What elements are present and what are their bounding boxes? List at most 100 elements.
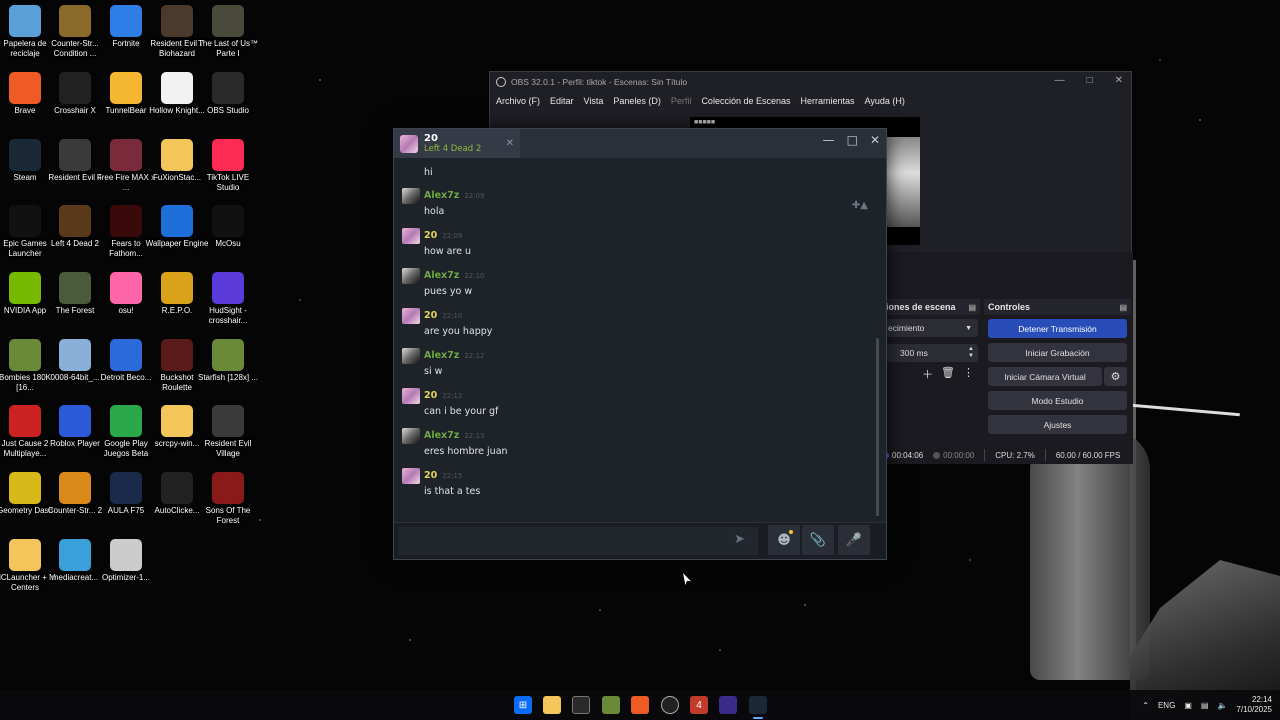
sender-name[interactable]: 20 22:09 <box>424 230 462 241</box>
desktop-icon[interactable]: Buckshot Roulette <box>148 339 206 401</box>
desktop-icon[interactable]: Free Fire MAX x ... <box>97 139 155 201</box>
sender-avatar[interactable] <box>402 268 420 284</box>
app-icon <box>9 539 41 571</box>
desktop-icon[interactable]: osu! <box>97 272 155 334</box>
sender-avatar[interactable] <box>402 388 420 404</box>
voice-button[interactable]: 🎤 <box>838 525 870 555</box>
attach-button[interactable]: 📎 <box>802 525 834 555</box>
store-icon[interactable] <box>572 696 590 714</box>
chat-scrollbar[interactable] <box>876 338 879 516</box>
chat-input[interactable] <box>398 527 758 555</box>
close-icon[interactable]: ✕ <box>1115 75 1123 86</box>
desktop-icon[interactable]: TunnelBear <box>97 72 155 134</box>
hudsight-icon[interactable] <box>719 696 737 714</box>
volume-icon[interactable]: 🔈 <box>1217 701 1227 710</box>
app-icon <box>9 472 41 504</box>
minecraft-icon[interactable] <box>602 696 620 714</box>
desktop-icon[interactable]: TikTok LIVE Studio <box>199 139 257 201</box>
chat-titlebar[interactable]: 20 Left 4 Dead 2 ✕ — □ ✕ <box>394 129 886 158</box>
desktop-icon[interactable]: Wallpaper Engine <box>146 205 208 267</box>
sender-name[interactable]: Alex7z 22:10 <box>424 270 485 281</box>
sender-avatar[interactable] <box>402 308 420 324</box>
brave-icon[interactable] <box>631 696 649 714</box>
desktop-icon[interactable]: Optimizer-1... <box>97 539 155 601</box>
tray-overflow-icon[interactable]: ⌃ <box>1142 701 1149 710</box>
sender-avatar[interactable] <box>402 228 420 244</box>
menu-perfil[interactable]: Perfil <box>671 96 692 106</box>
desktop-icon[interactable]: OBS Studio <box>199 72 257 134</box>
display-icon[interactable]: ▣ <box>1184 701 1192 710</box>
settings-button[interactable]: Ajustes <box>988 415 1127 434</box>
dock-popout-icon[interactable]: ▤ <box>1119 303 1127 312</box>
obs-titlebar[interactable]: OBS 32.0.1 - Perfil: tiktok - Escenas: S… <box>490 72 1131 92</box>
sender-avatar[interactable] <box>402 188 420 204</box>
add-friend-icon[interactable]: ✚▲ <box>852 200 868 211</box>
desktop-icon[interactable]: HudSight - crosshair... <box>199 272 257 334</box>
language-indicator[interactable]: ENG <box>1158 701 1175 710</box>
desktop-icon[interactable]: 0008-64bit_... <box>46 339 104 401</box>
menu-vista[interactable]: Vista <box>584 96 604 106</box>
add-icon[interactable]: ＋ <box>922 366 933 382</box>
network-icon[interactable]: ▤ <box>1201 701 1209 710</box>
sender-name-text: 20 <box>424 470 438 481</box>
desktop-icon[interactable]: Sons Of The Forest <box>199 472 257 534</box>
sender-name[interactable]: 20 22:10 <box>424 310 462 321</box>
desktop-icon[interactable]: Crosshair X <box>46 72 104 134</box>
sender-avatar[interactable] <box>402 468 420 484</box>
menu-archivo[interactable]: Archivo (F) <box>496 96 540 106</box>
start-windows-icon[interactable]: ⊞ <box>514 696 532 714</box>
sender-avatar[interactable] <box>402 348 420 364</box>
desktop-icon[interactable]: Starfish [128x] ... <box>198 339 258 401</box>
desktop-icon[interactable]: AULA F75 <box>97 472 155 534</box>
start-recording-button[interactable]: Iniciar Grabación <box>988 343 1127 362</box>
file-explorer-icon[interactable] <box>543 696 561 714</box>
sender-avatar[interactable] <box>402 428 420 444</box>
steam-icon[interactable] <box>749 696 767 714</box>
start-virtual-camera-button[interactable]: Iniciar Cámara Virtual <box>988 367 1102 386</box>
close-icon[interactable]: ✕ <box>870 133 880 147</box>
sender-name[interactable]: Alex7z 22:09 <box>424 190 485 201</box>
sender-name[interactable]: 20 22:15 <box>424 470 462 481</box>
stop-streaming-button[interactable]: Detener Transmisión <box>988 319 1127 338</box>
menu-editar[interactable]: Editar <box>550 96 574 106</box>
more-options-icon[interactable]: ⋮ <box>963 366 974 382</box>
minimize-icon[interactable]: — <box>1055 75 1065 86</box>
sender-name-text: 20 <box>424 310 438 321</box>
maximize-icon[interactable]: □ <box>847 133 858 147</box>
transition-duration-input[interactable]: 300 ms ▲ ▼ <box>882 344 978 362</box>
send-icon[interactable]: ➤ <box>734 532 745 547</box>
virtual-camera-settings-gear-icon[interactable]: ⚙ <box>1104 367 1127 386</box>
minimize-icon[interactable]: — <box>823 133 835 147</box>
desktop-icon[interactable]: mediacreat... <box>46 539 104 601</box>
desktop-icon[interactable]: The Last of Us™ Parte I <box>198 5 258 67</box>
clock[interactable]: 22:14 7/10/2025 <box>1236 695 1272 715</box>
menu-paneles[interactable]: Paneles (D) <box>613 96 661 106</box>
steam-chat-window[interactable]: 20 Left 4 Dead 2 ✕ — □ ✕ hi ✚▲ Alex7z 22:… <box>393 128 887 560</box>
desktop-icon[interactable]: Google Play Juegos Beta <box>97 405 155 467</box>
sender-name[interactable]: Alex7z 22:12 <box>424 350 485 361</box>
studio-mode-button[interactable]: Modo Estudio <box>988 391 1127 410</box>
chat-tab-friend[interactable]: 20 Left 4 Dead 2 ✕ <box>394 129 520 158</box>
desktop-icon[interactable]: Hollow Knight... <box>148 72 206 134</box>
emoticon-button[interactable]: ☻ <box>768 525 800 555</box>
menu-herramientas[interactable]: Herramientas <box>801 96 855 106</box>
desktop-icon[interactable]: Counter-Str... 2 <box>46 472 104 534</box>
desktop-icon[interactable]: Fears to Fathom... <box>97 205 155 267</box>
transition-select[interactable]: ecimiento ▼ <box>882 319 978 337</box>
chat-message-list[interactable]: hi ✚▲ Alex7z 22:09 hola 20 22:09 how are u Ale… <box>394 158 882 516</box>
menu-ayuda[interactable]: Ayuda (H) <box>865 96 905 106</box>
maximize-icon[interactable]: □ <box>1087 75 1093 86</box>
sender-name[interactable]: 20 22:12 <box>424 390 462 401</box>
l4d2-icon[interactable]: 4 <box>690 696 708 714</box>
trash-icon[interactable]: 🗑 <box>941 366 955 382</box>
sender-name[interactable]: Alex7z 22:13 <box>424 430 485 441</box>
desktop-icon[interactable]: Resident Evil Village <box>199 405 257 467</box>
desktop-icon[interactable]: The Forest <box>46 272 104 334</box>
spinner-arrows-icon[interactable]: ▲ ▼ <box>968 346 974 360</box>
desktop-icon[interactable]: McOsu <box>199 205 257 267</box>
obs-icon[interactable] <box>661 696 679 714</box>
menu-coleccion-escenas[interactable]: Colección de Escenas <box>701 96 790 106</box>
dock-popout-icon[interactable]: ▤ <box>968 303 976 312</box>
close-tab-icon[interactable]: ✕ <box>506 138 514 149</box>
desktop-icon[interactable]: Counter-Str... Condition ... <box>46 5 104 67</box>
